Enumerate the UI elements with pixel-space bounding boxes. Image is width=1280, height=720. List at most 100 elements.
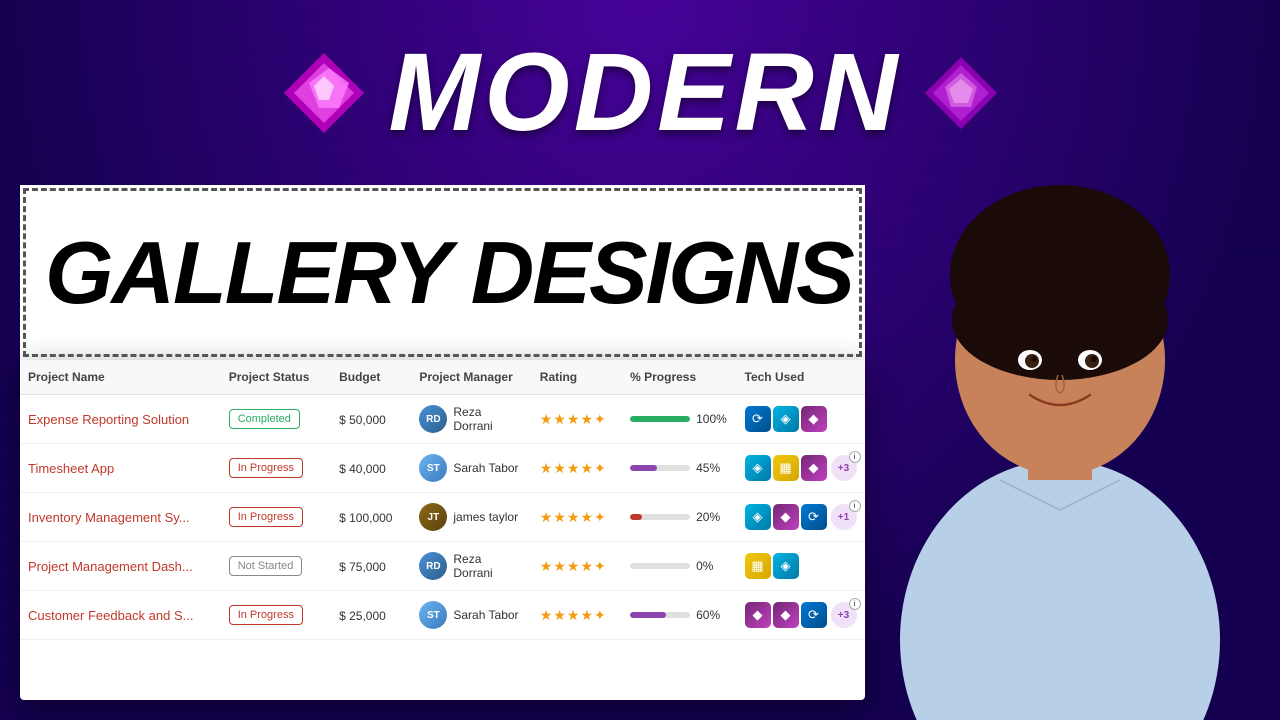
cell-rating: ★★★★✦ [532,542,622,591]
budget-text: $ 40,000 [339,462,386,476]
cell-project-name: Expense Reporting Solution [20,395,221,444]
table-row: Inventory Management Sy... In Progress $… [20,493,865,542]
cell-status: In Progress [221,591,331,640]
status-badge: In Progress [229,458,303,478]
progress-container: 0% [630,559,728,573]
cell-project-name: Customer Feedback and S... [20,591,221,640]
status-badge: Not Started [229,556,303,576]
cell-manager: JT james taylor [411,493,531,542]
cell-status: Completed [221,395,331,444]
manager-name: Reza Dorrani [453,405,523,433]
cell-project-name: Timesheet App [20,444,221,493]
cell-rating: ★★★★✦ [532,493,622,542]
cell-project-name: Project Management Dash... [20,542,221,591]
manager-cell: ST Sarah Tabor [419,454,523,482]
person-svg [860,120,1260,720]
col-manager: Project Manager [411,360,531,395]
col-budget: Budget [331,360,411,395]
project-name-text: Project Management Dash... [28,559,193,574]
flow-icon: ⟳ [745,406,771,432]
avatar: ST [419,454,447,482]
manager-cell: JT james taylor [419,503,523,531]
dataverse-icon: ◈ [773,406,799,432]
cell-manager: RD Reza Dorrani [411,542,531,591]
table-area: Project Name Project Status Budget Proje… [20,360,865,700]
col-project-name: Project Name [20,360,221,395]
star-rating: ★★★★✦ [540,411,607,427]
star-rating: ★★★★✦ [540,607,607,623]
modern-title: MODERN [389,29,902,156]
progress-bar-bg [630,416,690,422]
manager-name: james taylor [453,510,518,524]
cell-budget: $ 100,000 [331,493,411,542]
budget-text: $ 25,000 [339,609,386,623]
dataverse-icon: ◈ [745,504,771,530]
powerapps-logo-left [279,48,369,138]
star-rating: ★★★★✦ [540,509,607,525]
gallery-title: GALLERY DESIGNS [45,229,853,317]
cell-progress: 0% [622,542,736,591]
cell-rating: ★★★★✦ [532,395,622,444]
manager-name: Sarah Tabor [453,461,518,475]
cell-budget: $ 75,000 [331,542,411,591]
avatar: ST [419,601,447,629]
progress-label: 0% [696,559,728,573]
project-name-text: Customer Feedback and S... [28,608,193,623]
avatar: RD [419,552,447,580]
status-badge: Completed [229,409,300,429]
flow-icon: ⟳ [801,504,827,530]
progress-label: 20% [696,510,728,524]
cell-progress: 60% [622,591,736,640]
project-name-text: Expense Reporting Solution [28,412,189,427]
powerbi-icon: ▦ [773,455,799,481]
progress-label: 45% [696,461,728,475]
dataverse-icon: ◈ [745,455,771,481]
cell-rating: ★★★★✦ [532,591,622,640]
projects-table: Project Name Project Status Budget Proje… [20,360,865,640]
cell-budget: $ 25,000 [331,591,411,640]
manager-name: Reza Dorrani [453,552,523,580]
col-rating: Rating [532,360,622,395]
cell-progress: 45% [622,444,736,493]
progress-label: 100% [696,412,728,426]
powerapps-icon: ◆ [801,455,827,481]
table-row: Project Management Dash... Not Started $… [20,542,865,591]
budget-text: $ 75,000 [339,560,386,574]
gallery-title-panel: GALLERY DESIGNS [20,185,865,360]
cell-progress: 20% [622,493,736,542]
progress-bar-bg [630,563,690,569]
progress-bar-bg [630,612,690,618]
avatar: JT [419,503,447,531]
cell-status: Not Started [221,542,331,591]
dataverse-icon: ◈ [773,553,799,579]
cell-status: In Progress [221,444,331,493]
star-rating: ★★★★✦ [540,558,607,574]
powerapps-icon: ◆ [801,406,827,432]
cell-status: In Progress [221,493,331,542]
cell-manager: ST Sarah Tabor [411,591,531,640]
cell-manager: RD Reza Dorrani [411,395,531,444]
table-row: Expense Reporting Solution Completed $ 5… [20,395,865,444]
star-rating: ★★★★✦ [540,460,607,476]
cell-budget: $ 50,000 [331,395,411,444]
col-progress: % Progress [622,360,736,395]
progress-bar-bg [630,465,690,471]
flow-icon: ⟳ [801,602,827,628]
powerapps-icon: ◆ [745,602,771,628]
powerapps-icon: ◆ [773,504,799,530]
table-row: Customer Feedback and S... In Progress $… [20,591,865,640]
cell-manager: ST Sarah Tabor [411,444,531,493]
progress-container: 20% [630,510,728,524]
table-row: Timesheet App In Progress $ 40,000 ST Sa… [20,444,865,493]
project-name-text: Inventory Management Sy... [28,510,190,525]
progress-bar-fill [630,612,666,618]
cell-project-name: Inventory Management Sy... [20,493,221,542]
col-project-status: Project Status [221,360,331,395]
avatar: RD [419,405,447,433]
powerbi-icon: ▦ [745,553,771,579]
progress-container: 60% [630,608,728,622]
progress-bar-fill [630,465,657,471]
progress-bar-fill [630,416,690,422]
cell-progress: 100% [622,395,736,444]
progress-container: 45% [630,461,728,475]
